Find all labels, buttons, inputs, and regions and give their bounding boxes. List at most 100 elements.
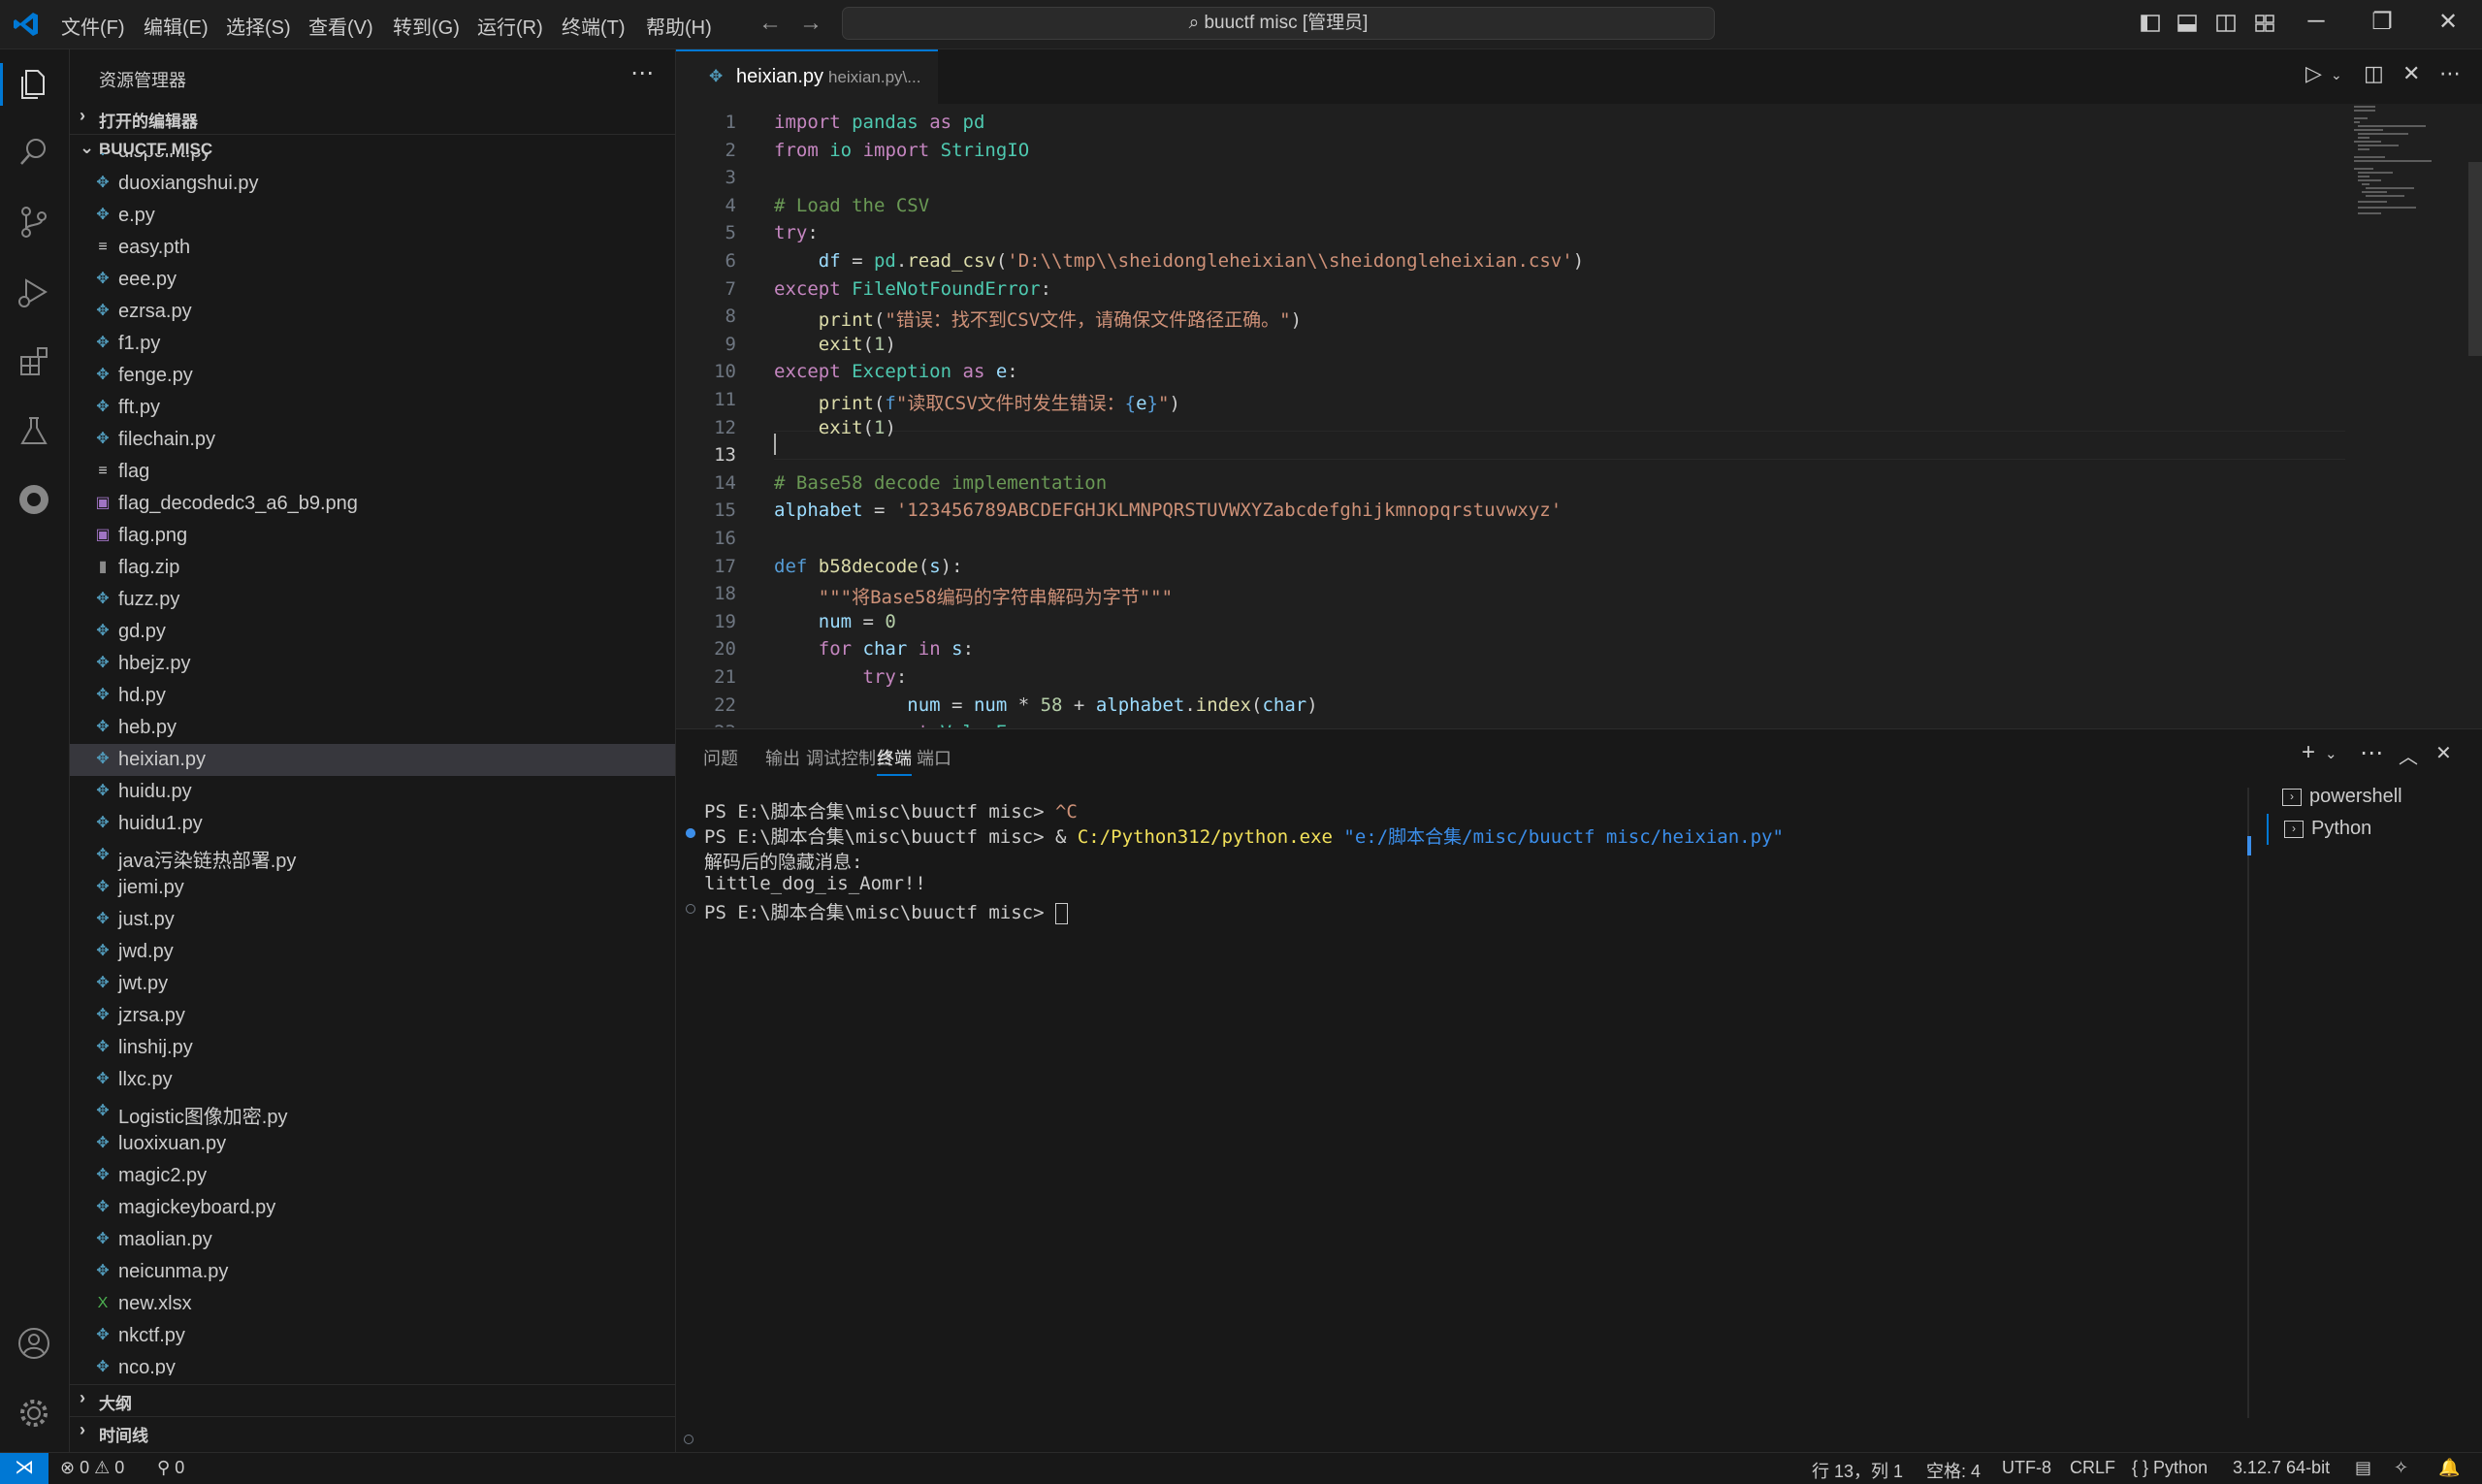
minimize-window-icon[interactable]: ─ <box>2297 8 2336 35</box>
cursor-position[interactable]: 行 13，列 1 <box>1812 1458 1903 1483</box>
code-editor[interactable]: 1234567891011121314151617181920212223 im… <box>676 104 2482 727</box>
menu-item[interactable]: 编辑(E) <box>144 12 209 40</box>
problems-status[interactable]: ⊗ 0 ⚠ 0 <box>60 1458 124 1478</box>
file-item[interactable]: ✥ nkctf.py <box>70 1320 675 1352</box>
close-panel-icon[interactable]: ✕ <box>2435 741 2452 765</box>
panel-tab[interactable]: 输出 <box>765 745 800 770</box>
code-line[interactable]: except ValueError: <box>774 722 1063 727</box>
code-line[interactable]: except Exception as e: <box>774 361 1018 382</box>
notifications-bell-icon[interactable]: 🔔 <box>2438 1458 2460 1478</box>
editor-scrollbar[interactable] <box>2468 162 2482 356</box>
file-item[interactable]: Xnew.xlsx <box>70 1288 675 1320</box>
menu-item[interactable]: 终端(T) <box>562 12 626 40</box>
testing-flask-icon[interactable] <box>15 412 53 451</box>
terminal-dropdown-chevron-icon[interactable]: ⌄ <box>2325 745 2337 762</box>
indentation[interactable]: 空格: 4 <box>1926 1458 1981 1483</box>
code-line[interactable]: alphabet = '123456789ABCDEFGHJKLMNPQRSTU… <box>774 500 1562 521</box>
menu-item[interactable]: 转到(G) <box>393 12 460 40</box>
command-center-search[interactable]: ⌕ buuctf misc [管理员] <box>842 7 1715 40</box>
code-line[interactable]: exit(1) <box>774 334 896 355</box>
panel-tab[interactable]: 端口 <box>917 745 951 770</box>
code-line[interactable]: print("错误：找不到CSV文件，请确保文件路径正确。") <box>774 306 1302 332</box>
minimap[interactable] <box>2350 104 2437 220</box>
file-item[interactable]: ✥ nco.py <box>70 1352 675 1375</box>
outline-section[interactable]: › 大纲 <box>70 1384 675 1414</box>
remote-explorer-icon[interactable] <box>15 480 53 519</box>
file-item[interactable]: ✥ fuzz.py <box>70 584 675 616</box>
file-item[interactable]: ✥ just.py <box>70 904 675 936</box>
code-line[interactable]: try: <box>774 222 819 243</box>
file-item[interactable]: ✥ magickeyboard.py <box>70 1192 675 1224</box>
menu-item[interactable]: 文件(F) <box>61 12 125 40</box>
file-item[interactable]: ✥ hd.py <box>70 680 675 712</box>
end-of-line[interactable]: CRLF <box>2070 1458 2115 1478</box>
manage-gear-icon[interactable] <box>15 1394 53 1433</box>
file-item[interactable]: ✥ dispoint.py <box>70 153 675 168</box>
menu-item[interactable]: 帮助(H) <box>646 12 712 40</box>
toggle-primary-sidebar-icon[interactable] <box>2140 13 2161 34</box>
split-editor-icon[interactable]: ◫ <box>2364 61 2384 86</box>
back-arrow-icon[interactable]: ← <box>758 10 782 37</box>
code-line[interactable]: for char in s: <box>774 638 974 660</box>
tab-heixian-py[interactable]: ✥ heixian.py heixian.py\... <box>676 49 938 104</box>
file-item[interactable]: ✥ jwt.py <box>70 968 675 1000</box>
file-item[interactable]: ✥ magic2.py <box>70 1160 675 1192</box>
file-item[interactable]: ✥ gd.py <box>70 616 675 648</box>
file-item[interactable]: ▣ flag.png <box>70 520 675 552</box>
code-line[interactable]: num = num * 58 + alphabet.index(char) <box>774 694 1317 716</box>
encoding[interactable]: UTF-8 <box>2002 1458 2051 1478</box>
file-item[interactable]: ✥ linshij.py <box>70 1032 675 1064</box>
forward-arrow-icon[interactable]: → <box>799 10 822 37</box>
panel-tab[interactable]: 问题 <box>703 745 738 770</box>
copilot-icon[interactable]: ✧ <box>2394 1458 2408 1478</box>
toggle-panel-icon[interactable] <box>2176 13 2198 34</box>
new-terminal-plus-icon[interactable]: + <box>2302 739 2315 766</box>
editor-more-actions-icon[interactable]: ⋯ <box>2439 61 2461 86</box>
language-mode[interactable]: { } Python <box>2132 1458 2208 1478</box>
file-item[interactable]: ✥ filechain.py <box>70 424 675 456</box>
file-item[interactable]: ✥ e.py <box>70 200 675 232</box>
file-item[interactable]: ✥ fft.py <box>70 392 675 424</box>
terminal-scrollbar[interactable] <box>2247 788 2249 1418</box>
file-item[interactable]: ✥ Logistic图像加密.py <box>70 1096 675 1128</box>
file-item[interactable]: ✥ llxc.py <box>70 1064 675 1096</box>
explorer-icon[interactable] <box>15 65 53 104</box>
code-line[interactable]: exit(1) <box>774 417 896 438</box>
file-item[interactable]: ✥ huidu.py <box>70 776 675 808</box>
file-item[interactable]: ▣ flag_decodedc3_a6_b9.png <box>70 488 675 520</box>
file-item[interactable]: ✥ fenge.py <box>70 360 675 392</box>
code-line[interactable]: """将Base58编码的字符串解码为字节""" <box>774 583 1173 609</box>
run-dropdown-chevron-icon[interactable]: ⌄ <box>2331 67 2342 83</box>
close-editor-icon[interactable]: ✕ <box>2402 61 2420 86</box>
account-icon[interactable] <box>15 1324 53 1363</box>
file-item[interactable]: ✥ jiemi.py <box>70 872 675 904</box>
file-item[interactable]: ✥ neicunma.py <box>70 1256 675 1288</box>
toggle-secondary-sidebar-icon[interactable] <box>2215 13 2237 34</box>
timeline-section[interactable]: › 时间线 <box>70 1416 675 1446</box>
file-item[interactable]: ✥ luoxixuan.py <box>70 1128 675 1160</box>
code-line[interactable]: # Load the CSV <box>774 195 929 216</box>
terminal-list-item[interactable]: › powershell <box>2267 782 2482 813</box>
file-item[interactable]: ▮ flag.zip <box>70 552 675 584</box>
run-python-file-icon[interactable]: ▷ <box>2305 61 2322 86</box>
code-line[interactable]: from io import StringIO <box>774 140 1029 161</box>
menu-item[interactable]: 选择(S) <box>226 12 291 40</box>
file-item[interactable]: ✥ eee.py <box>70 264 675 296</box>
file-item[interactable]: ✥ duoxiangshui.py <box>70 168 675 200</box>
file-item[interactable]: ✥ heb.py <box>70 712 675 744</box>
search-icon[interactable] <box>15 133 53 172</box>
file-item[interactable]: ✥ maolian.py <box>70 1224 675 1256</box>
source-control-icon[interactable] <box>15 203 53 242</box>
extensions-icon[interactable] <box>15 342 53 381</box>
panel-more-actions-icon[interactable]: ⋯ <box>2360 739 2383 767</box>
run-debug-icon[interactable] <box>15 273 53 311</box>
file-item[interactable]: ✥ ezrsa.py <box>70 296 675 328</box>
code-line[interactable]: def b58decode(s): <box>774 556 963 577</box>
terminal-list-item[interactable]: › Python <box>2267 814 2482 845</box>
open-editors-section[interactable]: › 打开的编辑器 <box>70 103 675 132</box>
code-line[interactable]: import pandas as pd <box>774 112 984 133</box>
maximize-panel-chevron-up-icon[interactable]: ︿ <box>2399 741 2418 769</box>
remote-indicator-icon[interactable]: ⋊ <box>0 1453 48 1484</box>
more-actions-icon[interactable]: ⋯ <box>630 59 654 87</box>
vscode-logo-icon[interactable] <box>12 10 41 39</box>
